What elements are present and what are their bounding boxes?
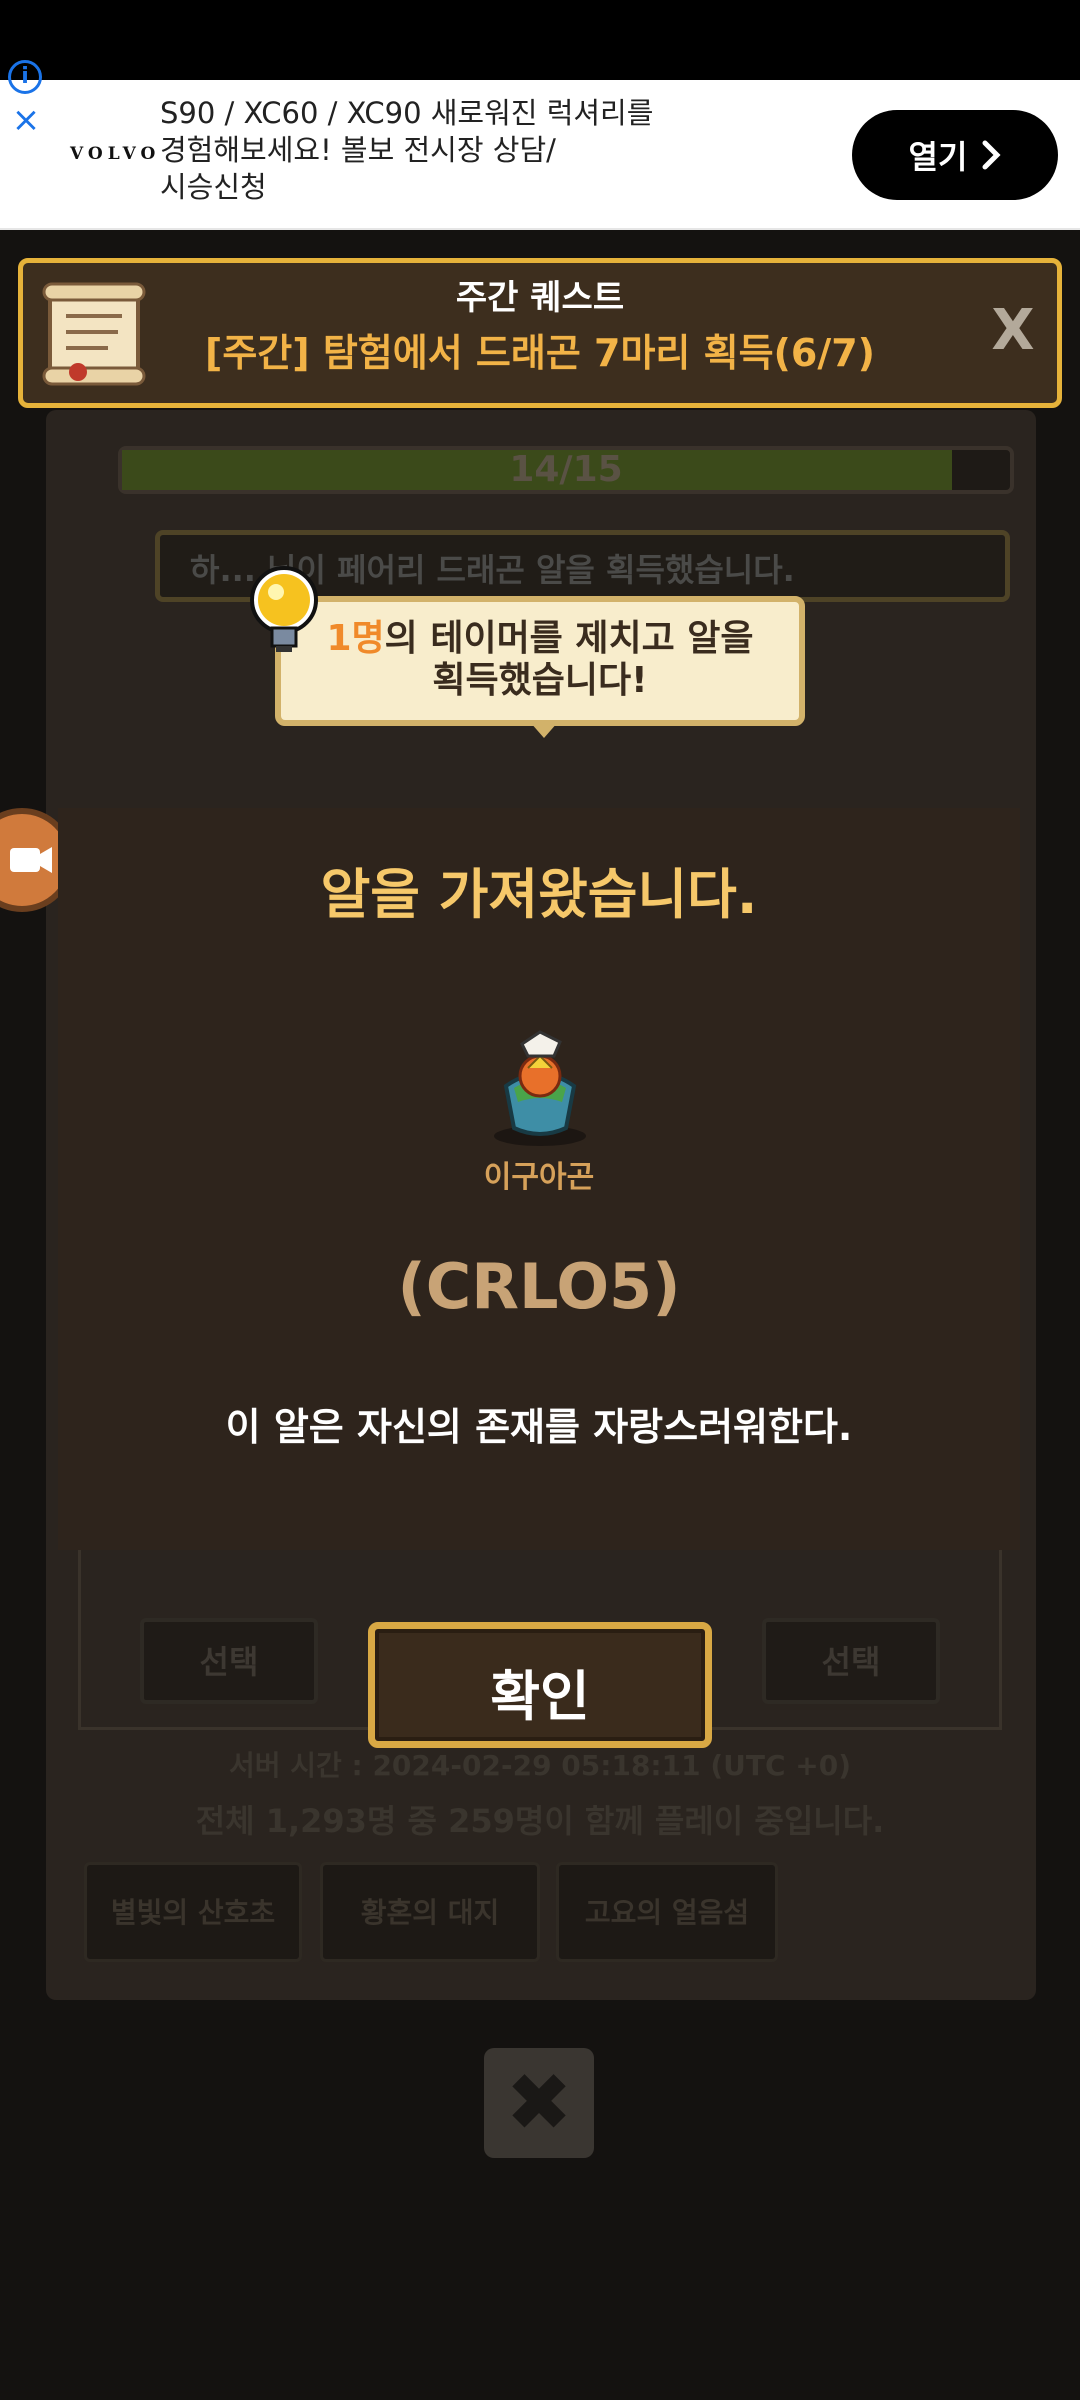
dragon-name: 이구아곤 [483,1160,595,1195]
tooltip-text: 1명의 테이머를 제치고 알을 획득했습니다! [300,618,780,702]
dialog-title: 알을 가져왔습니다. [320,863,758,926]
lightbulb-icon [250,566,318,652]
tooltip-line2: 획득했습니다! [432,660,648,701]
ad-logo: VOLVO [70,144,161,164]
dragon-code: (CRLO5) [397,1250,681,1323]
ad-open-button[interactable]: 열기 [852,110,1058,200]
confirm-button-label: 확인 [490,1665,590,1728]
tooltip-line1: 의 테이머를 제치고 알을 [384,618,754,659]
background-select-button: 선택 [140,1618,318,1704]
info-icon[interactable]: i [8,60,42,94]
dragon-description: 이 알은 자신의 존재를 자랑스러워한다. [225,1405,853,1449]
background-select-button: 선택 [762,1618,940,1704]
background-progress-text: 14/15 [509,449,623,490]
close-icon[interactable]: × [10,103,42,137]
quest-description: [주간] 탐험에서 드래곤 7마리 획득(6/7) [204,331,876,375]
background-tab: 별빛의 산호초 [84,1862,302,1962]
background-tab: 황혼의 대지 [320,1862,540,1962]
status-bar [0,0,1080,80]
scroll-icon [42,282,146,386]
background-tab: 고요의 얼음섬 [556,1862,778,1962]
ad-text[interactable]: S90 / XC60 / XC90 새로워진 럭셔리를 경험해보세요! 볼보 전… [160,95,720,206]
quest-title: 주간 퀘스트 [455,278,625,318]
tooltip-count: 1명 [326,618,385,659]
chevron-right-icon [982,140,1001,170]
tooltip-arrow [530,722,558,738]
dragon-egg-icon [494,1030,586,1146]
ad-open-label: 열기 [908,138,968,176]
quest-close-button[interactable]: X [985,296,1041,366]
background-close-button: ✖ [484,2048,594,2158]
background-player-count: 전체 1,293명 중 259명이 함께 플레이 중입니다. [195,1802,885,1840]
background-server-time: 서버 시간 : 2024-02-29 05:18:11 (UTC +0) [228,1749,852,1782]
